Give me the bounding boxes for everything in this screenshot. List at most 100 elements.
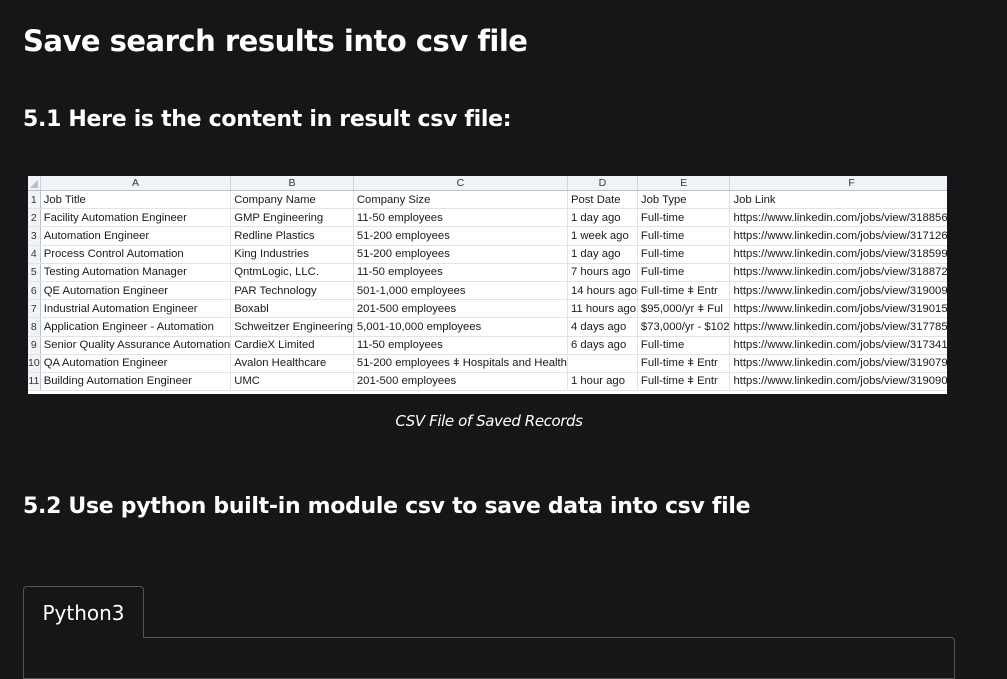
table-cell: Full-time ǂ Entr — [637, 281, 731, 301]
table-cell: https://www.linkedin.com/jobs/view/31887… — [729, 263, 947, 282]
table-row: 5 Testing Automation Manager QntmLogic, LL… — [28, 263, 947, 282]
table-cell: Senior Quality Assurance Automation — [40, 336, 232, 355]
table-cell: 11-50 employees — [353, 263, 568, 282]
table-cell: Industrial Automation Engineer — [40, 299, 232, 319]
table-cell: Company Size — [353, 190, 568, 210]
table-cell: $73,000/yr - $102 — [637, 317, 731, 337]
table-cell: Schweitzer Engineering — [230, 317, 354, 337]
table-row: 3 Automation Engineer Redline Plastics 51-2… — [28, 226, 947, 246]
table-cell: $95,000/yr ǂ Ful — [637, 299, 731, 319]
table-cell: PAR Technology — [230, 281, 354, 301]
page-heading: Save search results into csv file — [23, 24, 528, 58]
table-cell: https://www.linkedin.com/jobs/view/31885… — [729, 208, 947, 228]
code-tab-python3[interactable]: Python3 — [23, 586, 144, 638]
table-cell: Process Control Automation — [40, 245, 232, 264]
table-cell: Full-time — [637, 263, 731, 282]
column-header: A — [40, 176, 232, 191]
section-heading-5-1: 5.1 Here is the content in result csv fi… — [23, 107, 512, 132]
table-cell: https://www.linkedin.com/jobs/view/31859… — [729, 245, 947, 264]
table-cell: 201-500 employees — [353, 372, 568, 392]
table-row: 8 Application Engineer - Automation Schwei… — [28, 317, 947, 337]
row-number: 1 — [28, 190, 41, 210]
table-cell: 1 day ago — [567, 208, 638, 228]
row-number: 11 — [28, 372, 41, 392]
row-number: 5 — [28, 263, 41, 282]
table-cell: https://www.linkedin.com/jobs/view/31907… — [729, 354, 947, 373]
corner-triangle-icon — [29, 180, 38, 188]
table-cell: 201-500 employees — [353, 299, 568, 319]
table-cell: Full-time — [637, 336, 731, 355]
table-cell: Job Type — [637, 190, 731, 210]
table-cell: 51-200 employees ǂ Hospitals and Health — [353, 354, 568, 373]
table-cell: Job Link — [729, 190, 947, 210]
table-cell: Boxabl — [230, 299, 354, 319]
select-all-corner — [28, 176, 41, 191]
header-row: 1 Job Title Company Name Company Size Post D… — [28, 190, 947, 210]
table-cell: 6 days ago — [567, 336, 638, 355]
table-cell: Building Automation Engineer — [40, 372, 232, 392]
column-header: F — [729, 176, 947, 191]
table-cell: 11 hours ago — [567, 299, 638, 319]
column-header: C — [353, 176, 568, 191]
column-header: E — [637, 176, 731, 191]
table-row: 7 Industrial Automation Engineer Boxabl 201… — [28, 299, 947, 319]
table-cell: Company Name — [230, 190, 354, 210]
row-number: 8 — [28, 317, 41, 337]
table-cell: https://www.linkedin.com/jobs/view/31778… — [729, 317, 947, 337]
table-cell: Post Date — [567, 190, 638, 210]
table-cell: 14 hours ago — [567, 281, 638, 301]
table-row: 4 Process Control Automation King Industri… — [28, 245, 947, 264]
column-header: B — [230, 176, 354, 191]
table-cell: Avalon Healthcare — [230, 354, 354, 373]
table-cell: 1 week ago — [567, 226, 638, 246]
table-cell: 11-50 employees — [353, 336, 568, 355]
csv-table: A B C D E F 1 Job Title Company Name Compan… — [28, 176, 947, 392]
code-block — [23, 637, 955, 679]
table-cell: 501-1,000 employees — [353, 281, 568, 301]
row-number: 4 — [28, 245, 41, 264]
table-cell: https://www.linkedin.com/jobs/view/31901… — [729, 299, 947, 319]
csv-spreadsheet-image: A B C D E F 1 Job Title Company Name Compan… — [28, 176, 947, 394]
table-row: 11 Building Automation Engineer UMC 201-500… — [28, 372, 947, 392]
table-cell: Facility Automation Engineer — [40, 208, 232, 228]
table-row: 2 Facility Automation Engineer GMP Enginee… — [28, 208, 947, 228]
table-cell: 1 day ago — [567, 245, 638, 264]
row-number: 3 — [28, 226, 41, 246]
table-cell: UMC — [230, 372, 354, 392]
row-number: 2 — [28, 208, 41, 228]
table-cell: Full-time — [637, 208, 731, 228]
table-cell: Full-time — [637, 226, 731, 246]
row-number: 7 — [28, 299, 41, 319]
table-cell: QE Automation Engineer — [40, 281, 232, 301]
table-cell: Redline Plastics — [230, 226, 354, 246]
column-header: D — [567, 176, 638, 191]
table-cell: Job Title — [40, 190, 232, 210]
table-row: 10 QA Automation Engineer Avalon Healthcar… — [28, 354, 947, 373]
figure-caption: CSV File of Saved Records — [395, 412, 583, 430]
table-cell: King Industries — [230, 245, 354, 264]
row-number: 6 — [28, 281, 41, 301]
table-cell: Application Engineer - Automation — [40, 317, 232, 337]
table-cell: 51-200 employees — [353, 226, 568, 246]
table-cell: 51-200 employees — [353, 245, 568, 264]
table-cell: Testing Automation Manager — [40, 263, 232, 282]
table-row: 6 QE Automation Engineer PAR Technology 501… — [28, 281, 947, 301]
table-cell: https://www.linkedin.com/jobs/view/31734… — [729, 336, 947, 355]
table-cell: CardieX Limited — [230, 336, 354, 355]
table-cell: 4 days ago — [567, 317, 638, 337]
row-number: 10 — [28, 354, 41, 373]
table-cell: Full-time ǂ Entr — [637, 354, 731, 373]
table-cell: 5,001-10,000 employees — [353, 317, 568, 337]
table-cell: Full-time — [637, 245, 731, 264]
table-cell: 11-50 employees — [353, 208, 568, 228]
table-cell: Automation Engineer — [40, 226, 232, 246]
table-cell: 7 hours ago — [567, 263, 638, 282]
table-cell: 1 hour ago — [567, 372, 638, 392]
table-cell: QntmLogic, LLC. — [230, 263, 354, 282]
table-row: 9 Senior Quality Assurance Automation Card… — [28, 336, 947, 355]
table-cell: https://www.linkedin.com/jobs/view/31900… — [729, 281, 947, 301]
table-cell: https://www.linkedin.com/jobs/view/31712… — [729, 226, 947, 246]
table-cell: Full-time ǂ Entr — [637, 372, 731, 392]
table-cell — [567, 354, 638, 373]
row-number: 9 — [28, 336, 41, 355]
